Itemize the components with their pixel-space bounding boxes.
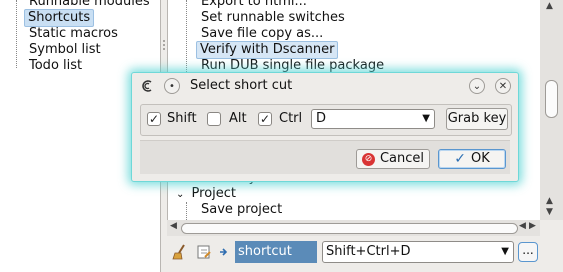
close-icon[interactable]: ✕ [495,78,511,94]
tree-connector [16,0,17,68]
scrollbar-thumb[interactable] [545,80,558,118]
grab-key-button[interactable]: Grab key [446,108,508,130]
tree-item[interactable]: Set runnable switches [198,10,348,26]
shift-label[interactable]: Shift [167,111,197,126]
vertical-scrollbar[interactable]: ▲ ▲ ▼ [540,0,563,220]
property-value-text: Shift+Ctrl+D [326,244,411,259]
list-item[interactable]: Symbol list [26,42,104,58]
tree-connector [186,202,187,220]
splitter-grip [163,44,165,46]
scroll-left-icon[interactable]: ◀ [519,221,526,231]
tree-category-label: Project [191,186,237,201]
scroll-up-icon[interactable]: ▲ [546,196,553,206]
tree-item[interactable]: Export to html... [198,0,310,10]
list-item[interactable]: Todo list [26,58,85,74]
scroll-left-icon[interactable]: ◀ [170,221,177,231]
scroll-down-icon[interactable]: ▼ [546,207,553,217]
ctrl-label[interactable]: Ctrl [279,111,302,126]
broom-icon[interactable] [171,243,189,261]
tree-connector [186,0,187,78]
key-select-value: D [316,111,327,126]
key-select[interactable]: D ▼ [311,109,435,129]
property-name-label: shortcut [235,241,317,263]
cancel-icon: ⊘ [361,152,375,166]
ctrl-checkbox[interactable]: ✓ [258,112,272,126]
arrow-right-icon [217,243,229,261]
tree-item[interactable]: Save project [198,202,285,218]
edit-icon[interactable] [195,243,213,261]
alt-label[interactable]: Alt [229,111,247,126]
scroll-right-icon[interactable]: ▶ [529,221,536,231]
cancel-button[interactable]: ⊘ Cancel [356,149,430,169]
splitter-grip [163,48,165,50]
splitter-grip [163,40,165,42]
chevron-down-icon[interactable]: ▼ [501,242,509,262]
property-editor-row: shortcut Shift+Ctrl+D ▼ ... [167,237,563,272]
tree-item-selected[interactable]: Verify with Dscanner [196,41,339,59]
list-item-selected[interactable]: Shortcuts [24,9,95,27]
shortcut-dialog: • Select short cut ⌄ ✕ ✓ Shift Alt ✓ Ctr… [131,72,519,182]
chevron-down-icon[interactable]: ⌄ [176,189,184,200]
shift-checkbox[interactable]: ✓ [147,112,161,126]
alt-checkbox[interactable] [207,112,221,126]
tree-category[interactable]: ⌄ Project [176,186,236,202]
dialog-title: Select short cut [190,78,293,93]
scrollbar-thumb[interactable] [181,223,518,234]
ok-button[interactable]: ✓ OK [438,149,506,169]
tree-item[interactable]: Save file copy as... [198,26,326,42]
list-item[interactable]: Static macros [26,26,121,42]
chevron-down-icon[interactable]: ⌄ [469,78,485,94]
modifier-panel: ✓ Shift Alt ✓ Ctrl D ▼ Grab key [140,104,512,136]
chevron-down-icon[interactable]: ▼ [422,110,430,128]
dialog-titlebar[interactable]: • Select short cut ⌄ ✕ [132,73,518,99]
cancel-button-label: Cancel [379,151,425,166]
pin-icon[interactable]: • [164,78,180,94]
ellipsis-button[interactable]: ... [518,242,538,262]
check-icon: ✓ [454,151,466,167]
dexed-logo-icon [139,78,155,94]
property-value-combo[interactable]: Shift+Ctrl+D ▼ [322,241,514,263]
scroll-up-icon[interactable]: ▲ [546,1,553,11]
horizontal-scrollbar[interactable]: ◀ ◀ ▶ [167,220,540,236]
ok-button-label: OK [470,151,490,166]
